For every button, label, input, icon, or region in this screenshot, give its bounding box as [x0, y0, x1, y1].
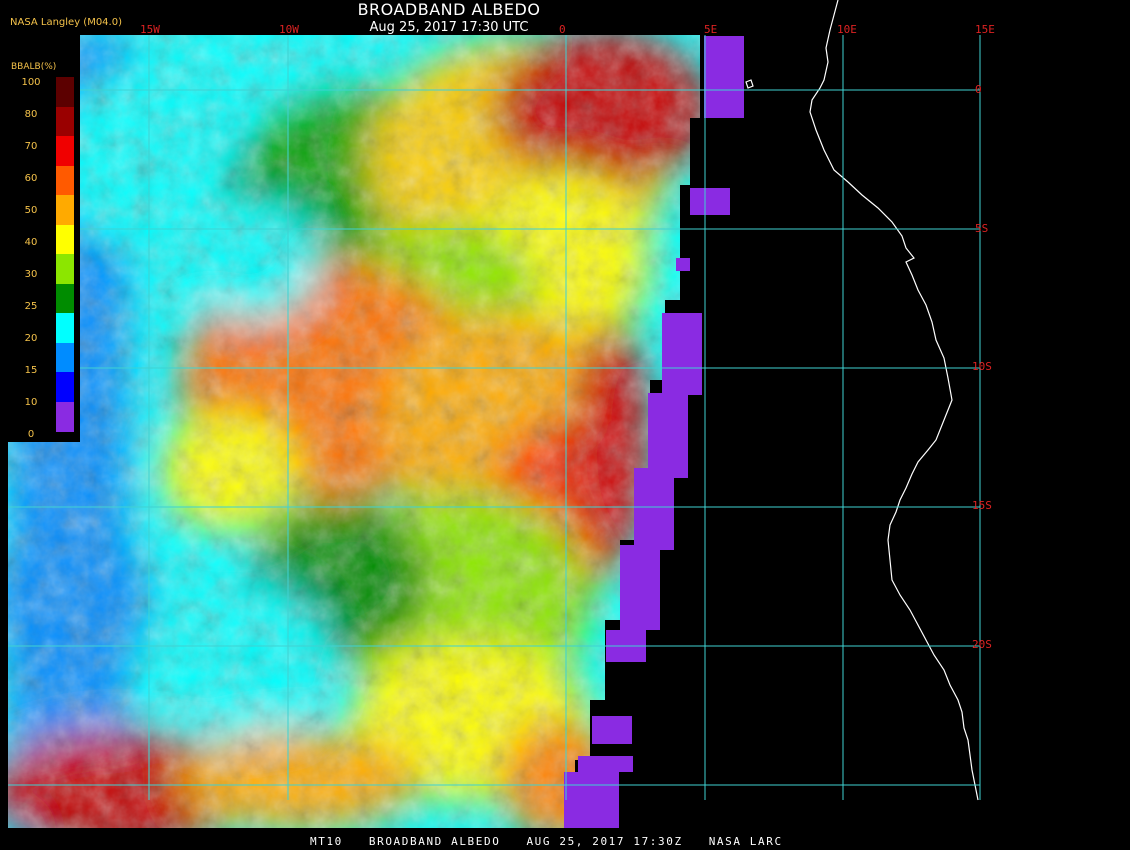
- footer-time: AUG 25, 2017 17:30Z: [526, 835, 683, 848]
- legend-swatch: [56, 254, 74, 284]
- lon-label-10e: 10E: [837, 23, 857, 36]
- map-title: BROADBAND ALBEDO: [357, 0, 541, 19]
- legend-tick-label: 0: [27, 429, 35, 440]
- legend-tick-label: 15: [24, 365, 38, 376]
- legend-swatch: [56, 401, 74, 432]
- legend-tick-label: 40: [24, 237, 38, 248]
- coastline: [809, 0, 979, 801]
- legend-tick-label: 20: [24, 333, 38, 344]
- legend-swatch: [56, 224, 74, 255]
- island-outline: [745, 79, 754, 89]
- lon-label-10w: 10W: [279, 23, 299, 36]
- legend-swatch: [56, 283, 74, 314]
- footer-agency: NASA LARC: [708, 835, 783, 848]
- source-label: NASA Langley (M04.0): [10, 17, 122, 28]
- legend-tick-label: 80: [24, 109, 38, 120]
- legend-swatch: [56, 313, 74, 343]
- legend-swatch: [56, 77, 74, 107]
- legend-tick-label: 25: [24, 301, 38, 312]
- legend-tick-label: 70: [24, 141, 38, 152]
- legend-swatch: [56, 106, 74, 137]
- legend-tick-label: 60: [24, 173, 38, 184]
- footer-caption: MT10 BROADBAND ALBEDO AUG 25, 2017 17:30Z N…: [310, 835, 809, 848]
- lat-label-10s: 10S: [972, 360, 992, 373]
- colorbar-legend: BBALB(%) 100 80 70 60 50 40 30 25 20 15 10 0: [8, 35, 80, 442]
- legend-swatch: [56, 195, 74, 225]
- albedo-map: [8, 0, 981, 828]
- lat-label-15s: 15S: [972, 499, 992, 512]
- legend-tick-label: 10: [24, 397, 38, 408]
- legend-swatch: [56, 136, 74, 166]
- lon-label-15w: 15W: [140, 23, 160, 36]
- legend-tick-label: 100: [21, 77, 41, 88]
- legend-swatch: [56, 372, 74, 402]
- lat-label-0: 0: [975, 83, 982, 96]
- lat-label-5s: 5S: [975, 222, 989, 235]
- lon-label-5e: 5E: [704, 23, 718, 36]
- lon-label-0: 0: [559, 23, 566, 36]
- legend-tick-label: 50: [24, 205, 38, 216]
- lon-label-15e: 15E: [975, 23, 995, 36]
- footer-product: MT10: [310, 835, 343, 848]
- legend-swatch: [56, 342, 74, 373]
- footer-title: BROADBAND ALBEDO: [368, 835, 501, 848]
- legend-title: BBALB(%): [11, 62, 57, 72]
- legend-swatch: [56, 165, 74, 196]
- map-timestamp: Aug 25, 2017 17:30 UTC: [369, 20, 529, 35]
- lat-label-20s: 20S: [972, 638, 992, 651]
- legend-tick-label: 30: [24, 269, 38, 280]
